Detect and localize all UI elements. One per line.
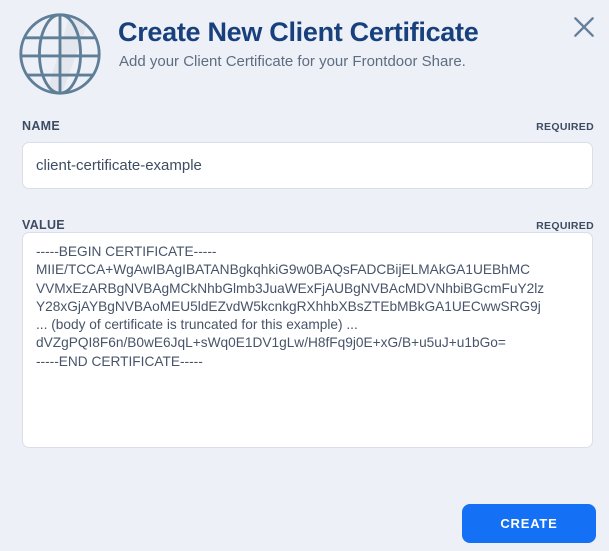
- page-subtitle: Add your Client Certificate for your Fro…: [119, 53, 466, 70]
- close-icon: [571, 14, 597, 40]
- globe-icon: [14, 11, 106, 97]
- value-field-header: VALUE REQUIRED: [22, 218, 594, 232]
- page-title: Create New Client Certificate: [118, 17, 479, 47]
- name-field-header: NAME REQUIRED: [22, 119, 594, 133]
- create-button[interactable]: CREATE: [462, 504, 596, 543]
- name-input[interactable]: [22, 142, 593, 189]
- name-label: NAME: [22, 119, 61, 133]
- certificate-value-textarea[interactable]: -----BEGIN CERTIFICATE----- MIIE/TCCA+Wg…: [22, 232, 593, 448]
- name-required-badge: REQUIRED: [536, 121, 594, 133]
- create-client-certificate-modal: Create New Client Certificate Add your C…: [0, 0, 609, 551]
- close-button[interactable]: [570, 13, 598, 41]
- value-required-badge: REQUIRED: [536, 220, 594, 232]
- value-label: VALUE: [22, 218, 65, 232]
